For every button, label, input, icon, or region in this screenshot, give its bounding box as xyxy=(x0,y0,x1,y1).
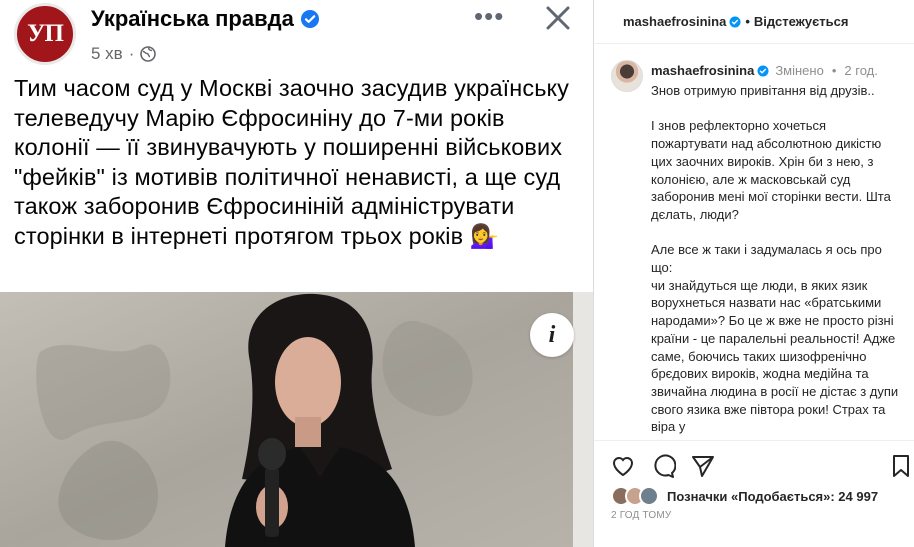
post-text: Тим часом суд у Москві заочно засудив ук… xyxy=(14,75,570,249)
page-name-row: Українська правда xyxy=(91,6,320,32)
header-dot: • xyxy=(745,14,750,29)
verified-badge-icon xyxy=(300,10,319,28)
post-photo[interactable] xyxy=(0,292,593,547)
likes-row: Позначки «Подобається»: 24 997 xyxy=(611,486,878,506)
post-meta: 5 хв · xyxy=(91,44,157,64)
more-options-icon[interactable]: ••• xyxy=(474,3,504,29)
caption-time[interactable]: 2 год. xyxy=(844,63,877,78)
likes-count[interactable]: Позначки «Подобається»: 24 997 xyxy=(667,489,878,504)
following-button[interactable]: Відстежується xyxy=(754,14,849,29)
post-time[interactable]: 5 хв xyxy=(91,44,123,64)
post-timestamp[interactable]: 2 ГОД ТОМУ xyxy=(611,510,671,521)
close-icon[interactable] xyxy=(544,4,572,32)
caption-header: mashaefrosinina Змінено • 2 год. xyxy=(651,63,878,78)
page-avatar[interactable]: УП xyxy=(14,3,76,65)
verified-badge-icon xyxy=(729,16,741,27)
avatar[interactable] xyxy=(611,60,643,92)
caption-paragraph: Але все ж таки і задумалась я ось про що… xyxy=(651,242,882,275)
edited-label: Змінено xyxy=(775,63,824,78)
photo-illustration xyxy=(0,292,593,547)
liker-avatar xyxy=(639,486,659,506)
caption-paragraph: І знов рефлекторно хочеться пожартувати … xyxy=(651,118,891,222)
instagram-panel: mashaefrosinina • Відстежується mashaefr… xyxy=(593,0,914,547)
caption-dot: • xyxy=(831,63,837,78)
meta-separator: · xyxy=(128,44,135,63)
photo-info-button[interactable]: i xyxy=(530,313,574,357)
caption-area: mashaefrosinina Змінено • 2 год. Знов от… xyxy=(594,55,914,440)
instagram-header: mashaefrosinina • Відстежується xyxy=(594,0,914,44)
globe-icon xyxy=(140,46,157,62)
info-icon: i xyxy=(548,321,556,348)
caption-text: Знов отримую привітання від друзів.. І з… xyxy=(651,82,905,436)
share-icon[interactable] xyxy=(690,453,716,479)
facebook-post-panel: УП Українська правда 5 хв · ••• Тим часо… xyxy=(0,0,593,547)
avatar-logo-text: УП xyxy=(27,20,64,47)
caption-username[interactable]: mashaefrosinina xyxy=(651,63,754,78)
bookmark-icon[interactable] xyxy=(888,453,914,479)
caption-paragraph: чи знайдуться ще люди, в яких язик ворух… xyxy=(651,277,899,435)
caption-paragraph: Знов отримую привітання від друзів.. xyxy=(651,83,875,98)
header-user-row: mashaefrosinina • Відстежується xyxy=(623,14,848,29)
post-header: УП Українська правда 5 хв · ••• xyxy=(0,0,593,72)
action-bar xyxy=(594,440,914,490)
header-username[interactable]: mashaefrosinina xyxy=(623,14,726,29)
page-name[interactable]: Українська правда xyxy=(91,6,294,32)
verified-badge-icon xyxy=(757,65,769,76)
comment-icon[interactable] xyxy=(650,453,676,479)
heart-icon[interactable] xyxy=(610,453,636,479)
